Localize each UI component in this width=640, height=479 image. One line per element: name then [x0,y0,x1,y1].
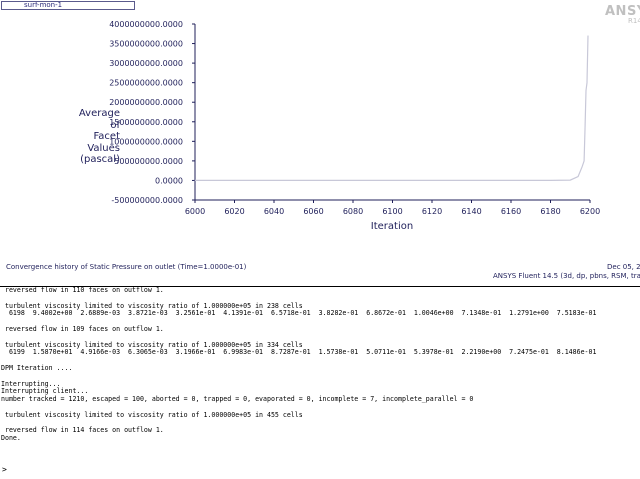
y-axis-title: Average of Facet Values (pascal) [60,108,120,166]
series-point [581,166,583,168]
y-tick-label: 4000000000.0000 [109,20,183,29]
series-point [584,125,586,127]
x-tick-label: 6000 [185,207,205,216]
y-axis-title-line: Values [87,142,120,154]
console-line: Interrupting... [1,379,61,388]
x-axis: 6000 6020 6040 6060 6080 6100 6120 6140 6160 6180… [185,199,600,216]
x-tick-label: 6100 [382,207,402,216]
series-point [577,176,579,177]
console-output: reversed flow in 110 faces on outflow 1.… [0,287,640,451]
chart-caption: Convergence history of Static Pressure o… [6,263,247,271]
y-tick-label: 3500000000.0000 [109,40,183,49]
series-point [194,180,196,181]
console-prompt[interactable]: > [2,465,7,474]
x-tick-label: 6160 [501,207,521,216]
console-line: reversed flow in 114 faces on outflow 1. [1,426,164,435]
console-line: 6198 9.4002e+00 2.6889e-03 3.8721e-03 3.… [1,309,597,318]
console-line: Done. [1,434,21,443]
y-tick-label: 2000000000.0000 [109,98,183,107]
caption-solver-info: ANSYS Fluent 14.5 (3d, dp, pbns, RSM, tr… [493,272,640,280]
series-point [587,35,589,37]
y-axis-title-line: Average [78,108,120,119]
y-tick-label: -500000000.0000 [111,196,183,205]
console-pane[interactable]: reversed flow in 110 faces on outflow 1.… [0,287,640,479]
x-tick-label: 6200 [580,207,600,216]
graphics-window[interactable]: surf-mon-1 ANSYS R14 4000000000.00003500… [0,0,640,287]
y-tick-label: 1500000000.0000 [109,118,183,127]
x-tick-label: 6060 [303,207,323,216]
y-tick-label: 3000000000.0000 [109,59,183,68]
console-line: number tracked = 1210, escaped = 100, ab… [1,395,474,404]
series-point [550,180,551,181]
y-axis-title-line: (pascal) [80,154,120,165]
y-tick-label: 500000000.0000 [114,157,183,166]
console-line: reversed flow in 110 faces on outflow 1. [1,287,164,294]
series-point [586,82,588,84]
x-tick-label: 6180 [540,207,560,216]
y-tick-label: 1000000000.0000 [109,137,183,146]
x-tick-label: 6080 [343,207,363,216]
console-line: DPM Iteration .... [1,363,73,372]
series-point [583,160,585,162]
console-line: turbulent viscosity limited to viscosity… [1,410,303,419]
console-line: 6199 1.5870e+01 4.9166e-03 6.3065e-03 3.… [1,348,597,357]
y-axis: 4000000000.0000 3500000000.0000 3000000000… [109,20,196,205]
y-axis-title-line: of [110,119,120,131]
series-layer [194,35,589,181]
y-tick-label: 2500000000.0000 [109,79,183,88]
x-tick-label: 6040 [264,207,284,216]
y-axis-title-line: Facet [93,131,120,142]
series-point [585,90,587,91]
series-point [569,179,571,181]
y-tick-label: 0.0000 [155,176,183,185]
x-tick-label: 6020 [224,207,244,216]
x-axis-title: Iteration [371,221,413,232]
console-line: reversed flow in 109 faces on outflow 1. [1,324,164,333]
series-line [195,35,589,181]
x-tick-label: 6140 [461,207,481,216]
caption-date: Dec 05, 20 [607,263,640,271]
x-tick-label: 6120 [422,207,442,216]
